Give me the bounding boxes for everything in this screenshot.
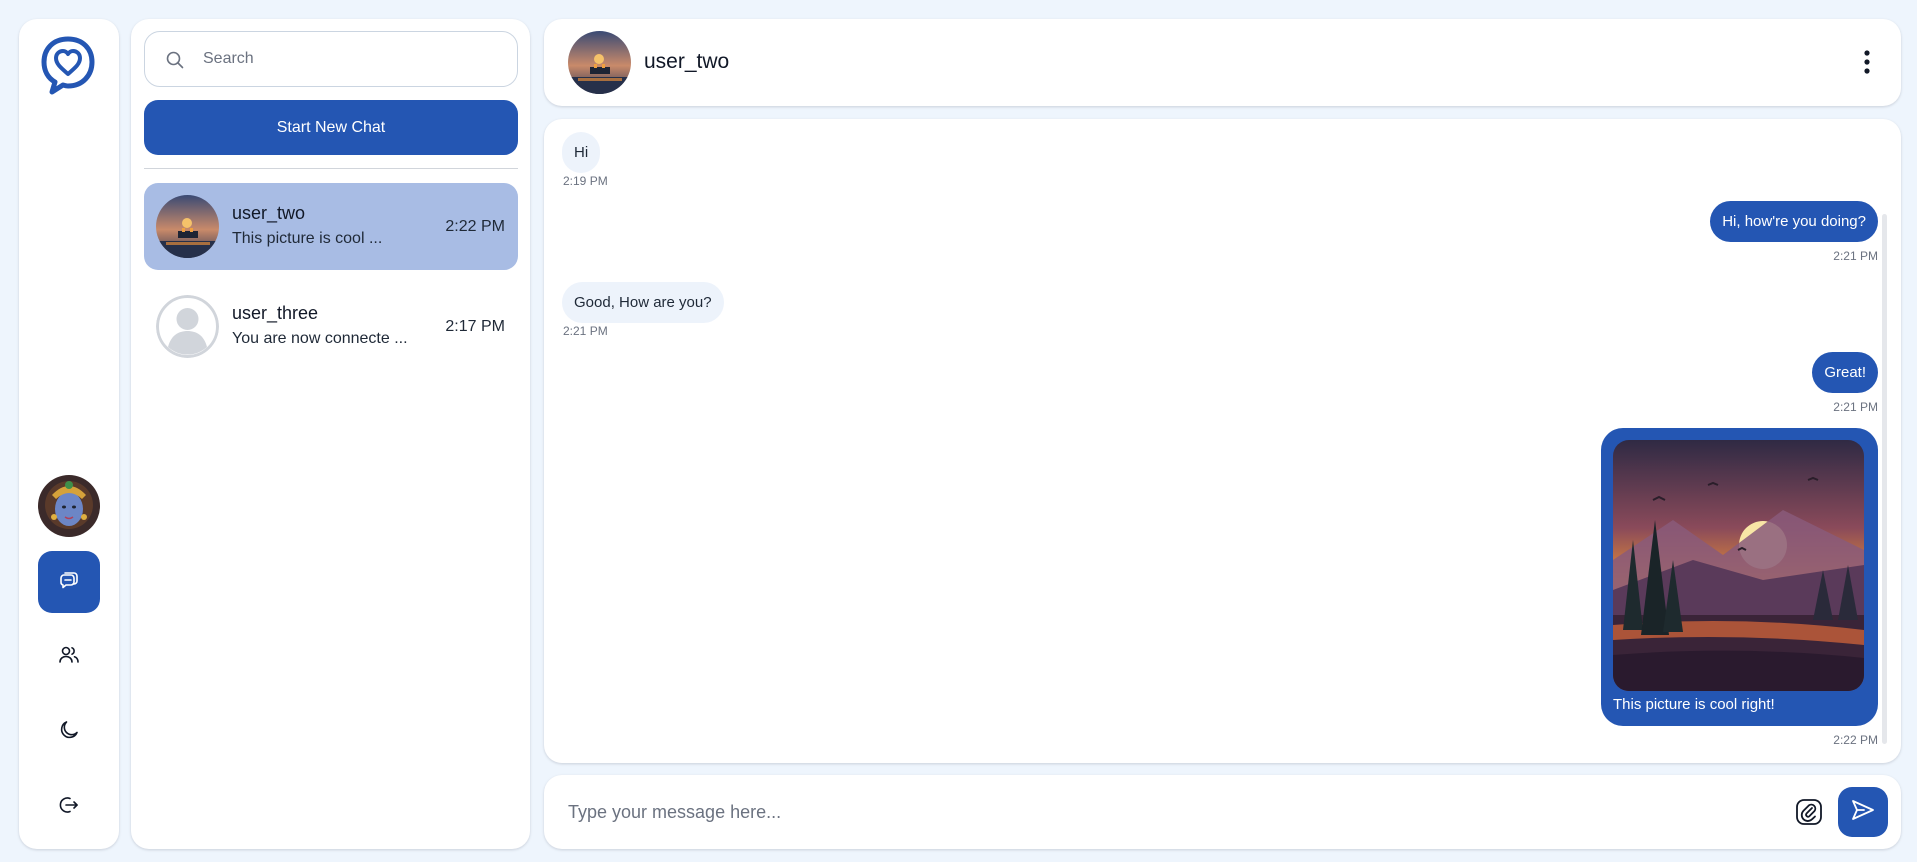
outgoing-message: Hi, how're you doing?	[1710, 201, 1878, 242]
send-icon	[1850, 797, 1876, 828]
chat-time: 2:17 PM	[445, 318, 505, 335]
nav-logout-button[interactable]	[38, 776, 100, 838]
outgoing-image-message: This picture is cool right!	[1601, 428, 1878, 726]
chat-preview: This picture is cool ...	[232, 230, 383, 247]
chat-preview: You are now connecte ...	[232, 330, 408, 347]
start-new-chat-button[interactable]: Start New Chat	[144, 100, 518, 155]
image-caption: This picture is cool right!	[1613, 696, 1775, 713]
contacts-icon	[57, 643, 81, 672]
chat-list-item[interactable]: user_two This picture is cool ... 2:22 P…	[144, 183, 518, 270]
search-box	[144, 31, 518, 87]
incoming-message: Hi	[562, 132, 601, 173]
conversation-header: user_two	[544, 19, 1901, 106]
nav-theme-toggle-button[interactable]	[38, 701, 100, 763]
avatar	[156, 195, 219, 258]
contact-name: user_two	[644, 50, 730, 73]
nav-contacts-button[interactable]	[38, 626, 100, 688]
default-avatar-icon	[156, 295, 219, 358]
chat-name: user_two	[232, 203, 306, 223]
message-timestamp: 2:21 PM	[1833, 400, 1878, 414]
message-composer	[544, 775, 1901, 849]
search-input[interactable]	[203, 32, 503, 86]
contact-avatar[interactable]	[568, 31, 631, 94]
message-timestamp: 2:21 PM	[1833, 249, 1878, 263]
message-timestamp: 2:21 PM	[563, 324, 608, 338]
more-options-icon[interactable]	[1857, 47, 1877, 77]
navigation-rail	[19, 19, 119, 849]
divider	[144, 168, 518, 169]
sunset-landscape-image[interactable]	[1613, 440, 1864, 691]
logout-icon	[57, 793, 81, 822]
message-input[interactable]	[568, 787, 1738, 837]
incoming-message: Good, How are you?	[562, 282, 724, 323]
profile-avatar[interactable]	[38, 475, 100, 537]
chat-heart-logo-icon[interactable]	[39, 34, 97, 96]
attachment-icon[interactable]	[1794, 797, 1824, 827]
message-timestamp: 2:22 PM	[1833, 733, 1878, 747]
chat-time: 2:22 PM	[445, 218, 505, 235]
chat-list-panel: Start New Chat user_two This picture is …	[131, 19, 530, 849]
scrollbar[interactable]	[1882, 214, 1887, 744]
chats-icon	[57, 568, 81, 597]
outgoing-message: Great!	[1812, 352, 1878, 393]
send-button[interactable]	[1838, 787, 1888, 837]
chat-list-item[interactable]: user_three You are now connecte ... 2:17…	[144, 283, 518, 370]
message-thread[interactable]: Hi 2:19 PM Hi, how're you doing? 2:21 PM…	[544, 119, 1901, 763]
chat-name: user_three	[232, 303, 319, 323]
nav-chats-button[interactable]	[38, 551, 100, 613]
moon-icon	[57, 718, 81, 747]
message-timestamp: 2:19 PM	[563, 174, 608, 188]
